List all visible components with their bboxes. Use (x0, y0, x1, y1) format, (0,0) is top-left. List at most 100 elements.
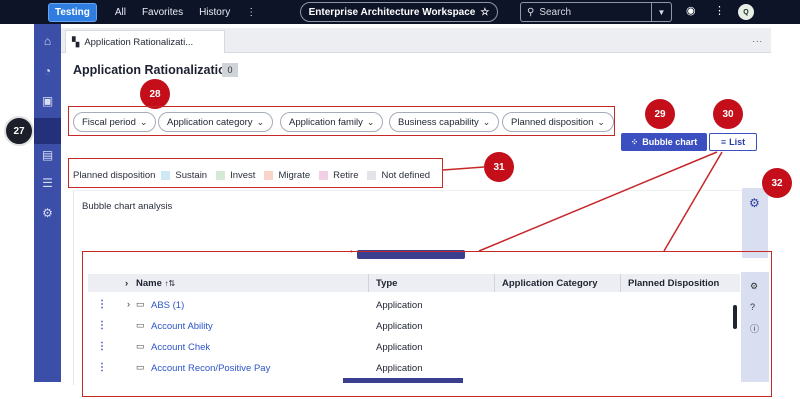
calendar-icon[interactable]: ▤ (40, 148, 55, 162)
page-title: Application Rationalization (73, 63, 234, 77)
tab-application-rationalization[interactable]: ▚ Application Rationalizati... (65, 30, 225, 53)
column-application-category[interactable]: Application Category (502, 278, 598, 289)
row-actions-icon[interactable]: ⋮ (97, 320, 107, 331)
bubble-chart-icon: ⁘ (630, 136, 639, 147)
filter-business-capability[interactable]: Business capability ⌄ (389, 112, 500, 132)
star-icon[interactable]: ☆ (480, 7, 489, 18)
panel-settings-strip: ⚙ (742, 188, 768, 258)
application-icon: ▭ (136, 320, 145, 330)
table-right-rail: ⚙ ? ⓘ (741, 272, 769, 382)
filter-label: Application category (167, 116, 253, 128)
info-icon[interactable]: ⓘ (750, 322, 759, 335)
chart-fragment-bar (343, 378, 463, 383)
row-name-link[interactable]: ABS (1) (151, 300, 184, 311)
application-icon: ▭ (136, 362, 145, 372)
dashboard-icon[interactable]: ◔ (40, 64, 55, 78)
chevron-down-icon: ⌄ (482, 116, 491, 127)
filter-application-family[interactable]: Application family ⌄ (280, 112, 384, 132)
column-name[interactable]: Name ↑⇅ (136, 278, 175, 289)
chevron-down-icon: ⌄ (597, 116, 605, 127)
gear-icon[interactable]: ⚙ (749, 196, 760, 210)
callout-32: 32 (762, 168, 792, 198)
bubble-chart-label: Bubble chart (642, 137, 698, 147)
legend-swatch (319, 171, 329, 180)
legend-item-migrate: Migrate (264, 170, 310, 181)
filter-fiscal-period[interactable]: Fiscal period ⌄ (73, 112, 157, 132)
legend-label: Invest (230, 170, 256, 181)
column-divider[interactable] (620, 274, 621, 292)
chevron-down-icon: ⌄ (256, 116, 265, 127)
document-icon: ▚ (72, 36, 80, 48)
help-icon[interactable]: ? (750, 302, 755, 312)
bubble-chart-button[interactable]: ⁘ Bubble chart (621, 133, 707, 151)
callout-28: 28 (140, 79, 170, 109)
row-name-link[interactable]: Account Chek (151, 342, 210, 353)
search-icon: ⚲ (527, 6, 535, 18)
row-type: Application (376, 321, 423, 332)
row-name-link[interactable]: Account Recon/Positive Pay (151, 363, 270, 374)
list-icon[interactable]: ☰ (40, 176, 55, 190)
callout-30: 30 (713, 99, 743, 129)
application-icon: ▭ (136, 341, 145, 351)
count-badge: 0 (222, 63, 238, 77)
filter-application-category[interactable]: Application category ⌄ (158, 112, 274, 132)
legend-swatch (216, 171, 226, 180)
callout-29: 29 (645, 99, 675, 129)
table-scrollbar[interactable] (733, 305, 737, 329)
globe-icon[interactable]: ◉ (686, 4, 696, 17)
nav-history[interactable]: History (199, 7, 230, 18)
search-scope-dropdown-icon[interactable]: ▼ (651, 3, 671, 21)
planned-disposition-legend: Planned disposition Sustain Invest Migra… (73, 170, 439, 181)
filter-label: Business capability (398, 116, 479, 128)
row-actions-icon[interactable]: ⋮ (97, 341, 107, 352)
search-placeholder: Search (539, 6, 572, 18)
nav-favorites[interactable]: Favorites (142, 7, 183, 18)
home-icon[interactable]: ⌂ (40, 34, 55, 48)
expand-all-icon[interactable]: › (125, 278, 128, 289)
table-row[interactable]: ⋮ › ▭ ABS (1) Application (88, 296, 740, 316)
avatar[interactable]: Q (738, 4, 754, 20)
search-input[interactable]: ⚲ Search ▼ (520, 2, 672, 22)
nav-more-icon[interactable]: ⋮ (246, 7, 256, 18)
table-row[interactable]: ⋮ ▭ Account Ability Application (88, 317, 740, 337)
row-type: Application (376, 363, 423, 374)
app-rationalization-icon (16, 124, 17, 125)
tab-strip: ▚ Application Rationalizati... ... (61, 28, 771, 53)
row-actions-icon[interactable]: ⋮ (97, 362, 107, 373)
column-divider[interactable] (368, 274, 369, 292)
column-planned-disposition[interactable]: Planned Disposition (628, 278, 719, 289)
workspace-name: Enterprise Architecture Workspace (308, 6, 476, 18)
environment-badge[interactable]: Testing (48, 2, 97, 22)
briefcase-icon[interactable]: ▣ (40, 94, 55, 108)
row-actions-icon[interactable]: ⋮ (97, 299, 107, 310)
chevron-down-icon: ⌄ (366, 116, 375, 127)
list-button[interactable]: ≡ List (709, 133, 757, 151)
settings-icon[interactable]: ⚙ (40, 206, 55, 220)
tab-overflow-icon[interactable]: ... (752, 34, 763, 44)
workspace-selector[interactable]: Enterprise Architecture Workspace ☆ (300, 2, 498, 22)
chevron-down-icon: ⌄ (139, 116, 148, 127)
sidebar-item-app-rationalization[interactable] (34, 118, 61, 144)
application-icon: ▭ (136, 299, 145, 309)
legend-item-retire: Retire (319, 170, 358, 181)
gear-icon[interactable]: ⚙ (750, 281, 758, 292)
legend-swatch (367, 171, 377, 180)
legend-label: Migrate (278, 170, 311, 181)
more-options-icon[interactable]: ⋮ (714, 4, 725, 17)
column-type[interactable]: Type (376, 278, 397, 289)
expand-row-icon[interactable]: › (127, 299, 130, 309)
tab-label: Application Rationalizati... (84, 36, 194, 48)
table-row[interactable]: ⋮ ▭ Account Chek Application (88, 338, 740, 358)
nav-all[interactable]: All (115, 7, 126, 18)
callout-31: 31 (484, 152, 514, 182)
table-row[interactable]: ⋮ ▭ Account Recon/Positive Pay Applicati… (88, 359, 740, 379)
row-type: Application (376, 342, 423, 353)
filter-label: Application family (289, 116, 363, 128)
filter-planned-disposition[interactable]: Planned disposition ⌄ (502, 112, 614, 132)
panel-title: Bubble chart analysis (82, 201, 173, 212)
row-name-link[interactable]: Account Ability (151, 321, 213, 332)
list-icon: ≡ (720, 137, 727, 147)
list-label: List (729, 137, 746, 147)
legend-item-sustain: Sustain (161, 170, 207, 181)
column-divider[interactable] (494, 274, 495, 292)
